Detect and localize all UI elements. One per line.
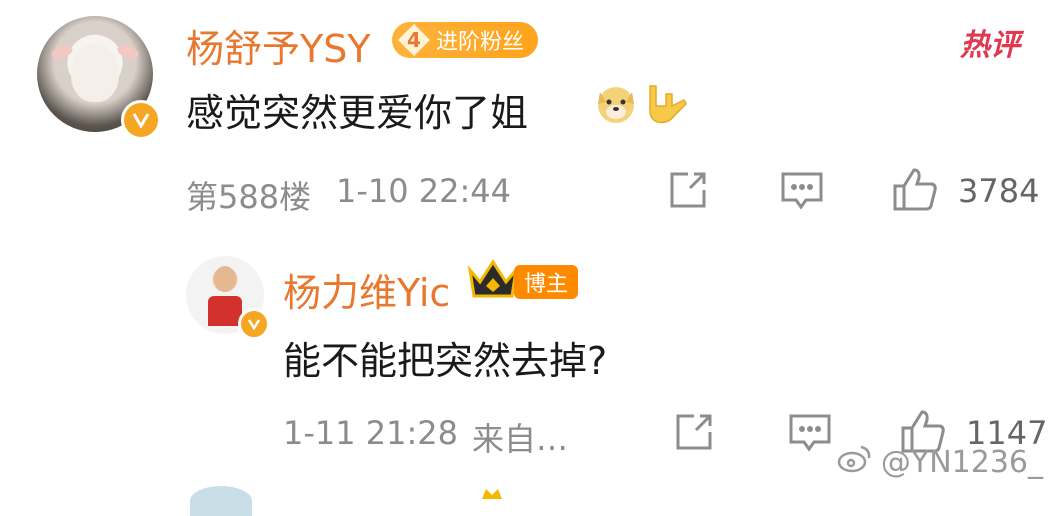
share-icon[interactable]	[674, 412, 714, 452]
reply-time: 1-11 21:28	[283, 414, 459, 452]
share-icon[interactable]	[668, 170, 708, 210]
comment-time: 1-10 22:44	[336, 172, 512, 210]
doge-emoji-icon	[594, 82, 638, 130]
comment-icon[interactable]	[788, 412, 832, 454]
like-count: 3784	[958, 172, 1040, 210]
fan-badge[interactable]: 4 进阶粉丝	[392, 22, 539, 58]
fan-badge-label: 进阶粉丝	[436, 30, 525, 55]
floor-number: 第588楼	[186, 178, 312, 216]
hot-comment-tag: 热评	[960, 28, 1020, 63]
reply-text: 能不能把突然去掉?	[283, 339, 608, 383]
avatar[interactable]	[37, 16, 161, 140]
username[interactable]: 杨舒予YSY	[186, 18, 371, 73]
comment-icon[interactable]	[780, 170, 824, 212]
owner-badge: 博主	[514, 265, 579, 299]
reply-source[interactable]: 来自…	[472, 414, 568, 460]
watermark-text: @YN1236_	[880, 444, 1043, 480]
avatar[interactable]	[190, 486, 252, 516]
username[interactable]: 杨力维Yic	[283, 262, 450, 317]
verified-icon	[238, 308, 270, 340]
verified-icon	[121, 100, 161, 140]
like-icon[interactable]	[892, 166, 938, 212]
crown-icon	[466, 256, 520, 306]
comment-text: 感觉突然更爱你了姐	[186, 91, 529, 135]
watermark: @YN1236_	[837, 443, 1043, 481]
avatar[interactable]	[186, 256, 270, 340]
rock-hand-emoji-icon	[640, 80, 688, 132]
fan-level: 4	[398, 24, 430, 56]
crown-icon	[480, 484, 504, 499]
weibo-logo-icon	[837, 443, 873, 481]
